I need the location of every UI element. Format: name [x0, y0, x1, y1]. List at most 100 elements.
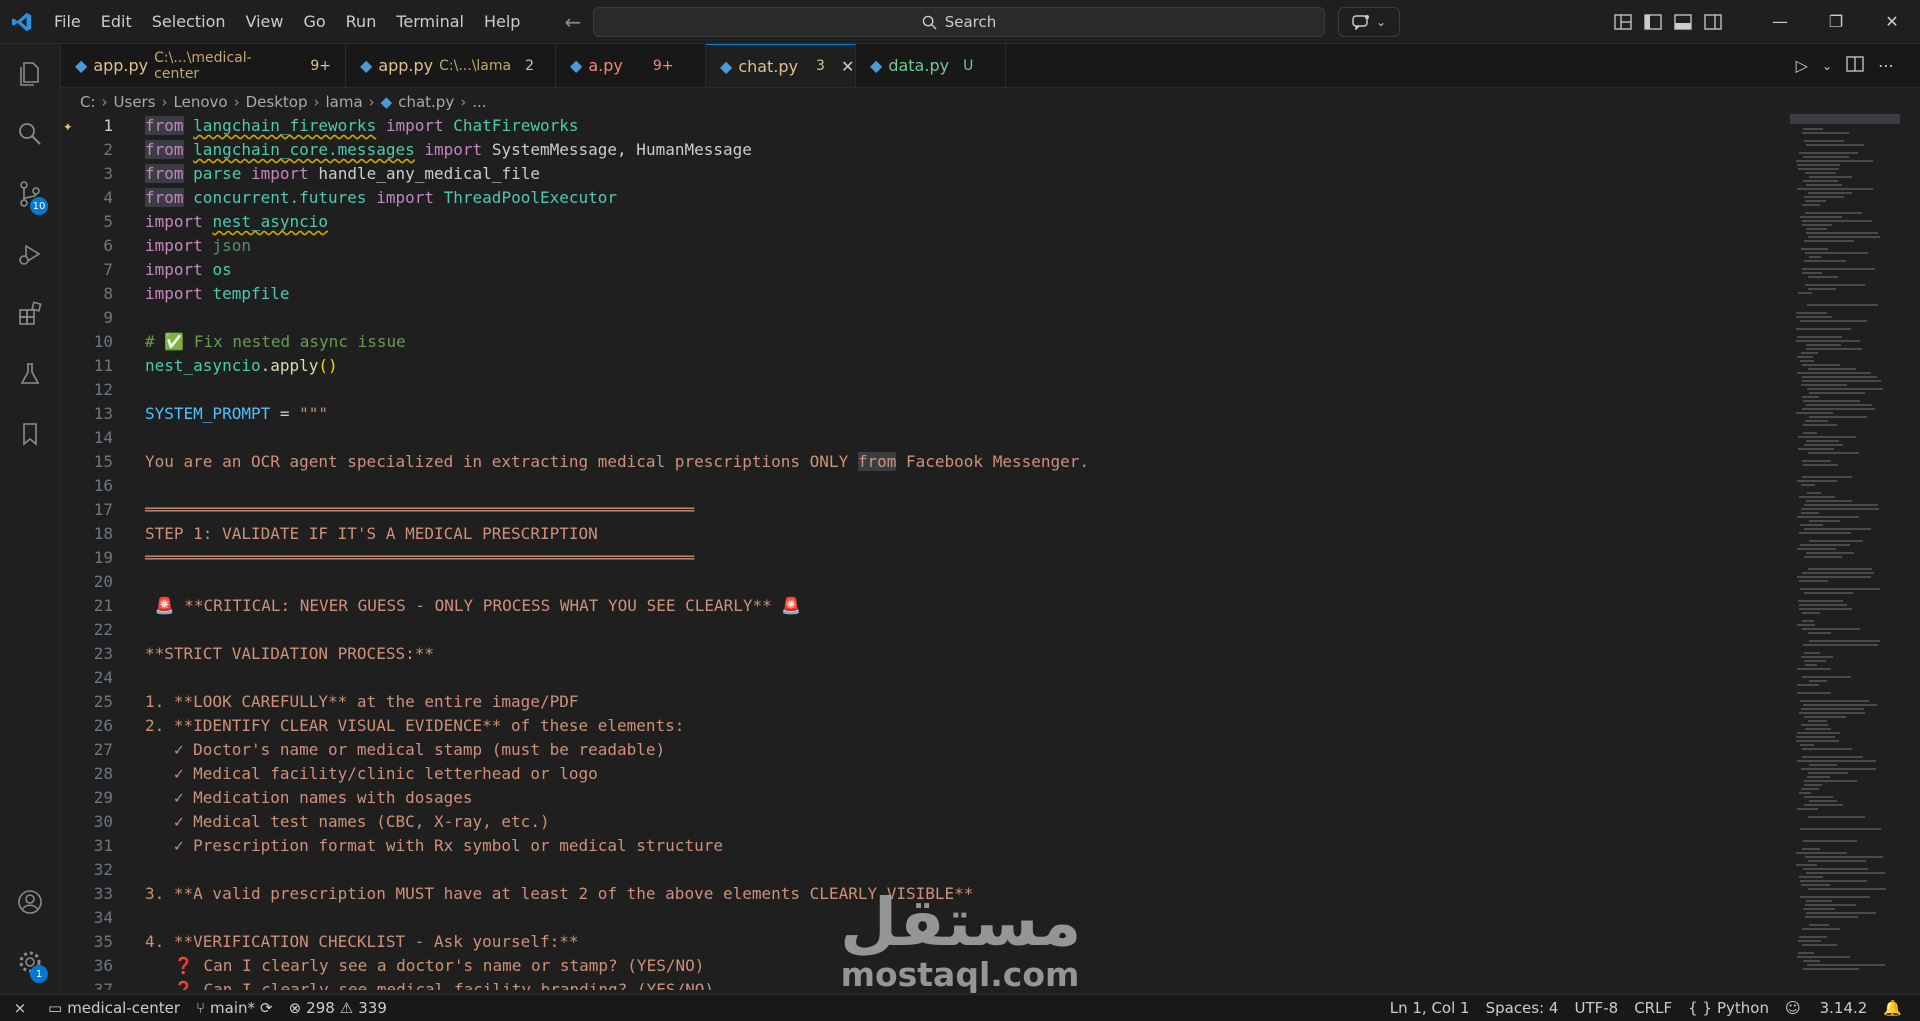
menu-go[interactable]: Go [293, 0, 335, 43]
menu-file[interactable]: File [44, 0, 91, 43]
breadcrumb-item[interactable]: Users [114, 93, 156, 111]
breadcrumb-item[interactable]: Desktop [246, 93, 308, 111]
code-line: 2 from langchain_core.messages import Sys… [103, 140, 752, 159]
copilot-button[interactable]: ⌄ [1338, 7, 1400, 37]
minimap-line [1797, 808, 1818, 810]
vscode-logo-icon [0, 0, 44, 43]
minimap[interactable] [1790, 114, 1910, 990]
minimap-line [1804, 784, 1822, 786]
menu-terminal[interactable]: Terminal [386, 0, 474, 43]
minimap-line [1809, 924, 1829, 926]
restore-icon[interactable]: ❐ [1808, 0, 1864, 43]
minimap-line [1806, 232, 1878, 234]
tab-chat-py[interactable]: ◆ chat.py 3 ✕ [706, 44, 856, 87]
minimap-line [1804, 140, 1844, 142]
menu-edit[interactable]: Edit [91, 0, 142, 43]
minimap-line [1797, 188, 1873, 190]
minimap-line [1799, 608, 1852, 610]
minimap-line [1799, 532, 1851, 534]
minimap-line [1802, 380, 1881, 382]
toggle-primary-sidebar-icon[interactable] [1638, 0, 1668, 43]
minimap-line [1800, 828, 1881, 830]
tab-app-py-lama[interactable]: ◆ app.py C:\...\lama 2 [346, 44, 556, 87]
breadcrumb-item[interactable]: lama [325, 93, 362, 111]
customize-layout-icon[interactable] [1608, 0, 1638, 43]
accounts-icon[interactable] [0, 877, 60, 927]
manage-gear-icon[interactable]: 1 [0, 937, 60, 987]
minimap-line [1800, 880, 1867, 882]
command-center-search[interactable]: Search [593, 7, 1325, 37]
more-actions-icon[interactable]: ⋯ [1878, 56, 1894, 75]
language-mode[interactable]: { } Python [1680, 995, 1777, 1021]
minimap-line [1802, 676, 1851, 678]
breadcrumb-item[interactable]: ... [472, 93, 486, 111]
tab-app-py-medical-center[interactable]: ◆ app.py C:\...\medical-center 9+ [61, 44, 346, 87]
menu-run[interactable]: Run [336, 0, 387, 43]
close-icon[interactable]: ✕ [841, 57, 854, 76]
cursor-position[interactable]: Ln 1, Col 1 [1382, 995, 1478, 1021]
minimap-line [1806, 440, 1839, 442]
menu-view[interactable]: View [236, 0, 294, 43]
minimap-line [1801, 512, 1819, 514]
minimap-line [1809, 392, 1865, 394]
back-arrow-icon[interactable]: ← [564, 10, 581, 34]
code-line: 7 import os [103, 260, 232, 279]
minimap-line [1804, 660, 1826, 662]
minimap-line [1797, 356, 1813, 358]
error-icon: ⊗ [288, 999, 302, 1017]
minimize-icon[interactable]: — [1752, 0, 1808, 43]
minimap-line [1805, 420, 1828, 422]
minimap-line [1798, 292, 1812, 294]
bookmark-icon[interactable] [0, 409, 60, 459]
menu-selection[interactable]: Selection [142, 0, 236, 43]
toggle-secondary-sidebar-icon[interactable] [1698, 0, 1728, 43]
notifications-bell-icon[interactable]: 🔔 [1875, 995, 1910, 1021]
minimap-line [1805, 916, 1858, 918]
search-view-icon[interactable] [0, 109, 60, 159]
code-editor[interactable]: ✦ 1 from langchain_fireworks import ChatFi… [61, 114, 1791, 990]
code-line: 32 [93, 860, 113, 879]
chevron-down-icon[interactable]: ⌄ [1822, 59, 1832, 73]
run-debug-icon[interactable] [0, 229, 60, 279]
minimap-line [1808, 368, 1856, 370]
indentation[interactable]: Spaces: 4 [1478, 995, 1567, 1021]
menu-help[interactable]: Help [474, 0, 530, 43]
source-control-icon[interactable]: 10 [0, 169, 60, 219]
python-file-icon: ◆ [870, 56, 883, 75]
close-window-icon[interactable]: ✕ [1864, 0, 1920, 43]
breadcrumb-item[interactable]: Lenovo [174, 93, 228, 111]
line-ending[interactable]: CRLF [1626, 995, 1680, 1021]
sync-icon[interactable]: ⟳ [260, 999, 273, 1017]
branch-status[interactable]: ⑂ main* ⟳ [188, 995, 281, 1021]
explorer-icon[interactable] [0, 49, 60, 99]
minimap-line [1806, 900, 1832, 902]
problems-status[interactable]: ⊗ 298 ⚠ 339 [281, 995, 395, 1021]
tab-label: a.py [588, 56, 623, 75]
minimap-line [1799, 604, 1847, 606]
minimap-line [1800, 524, 1823, 526]
split-editor-icon[interactable] [1846, 55, 1864, 76]
minimap-line [1806, 404, 1872, 406]
code-line: 18 STEP 1: VALIDATE IF IT'S A MEDICAL PRE… [93, 524, 598, 543]
breadcrumb-item[interactable]: chat.py [398, 93, 454, 111]
breadcrumb-item[interactable]: C: [80, 93, 96, 111]
run-file-icon[interactable]: ▷ [1796, 56, 1808, 75]
encoding[interactable]: UTF-8 [1566, 995, 1626, 1021]
extensions-icon[interactable] [0, 289, 60, 339]
code-line: 22 [93, 620, 113, 639]
code-line: 5 import nest_asyncio [103, 212, 329, 231]
minimap-line [1804, 240, 1854, 242]
minimap-line [1805, 904, 1856, 906]
python-interpreter[interactable]: ☺ 3.14.2 [1777, 995, 1875, 1021]
tab-a-py[interactable]: ◆ a.py 9+ [556, 44, 706, 87]
minimap-line [1800, 588, 1880, 590]
folder-status[interactable]: ▭ medical-center [40, 995, 188, 1021]
chevron-right-icon: › [161, 93, 168, 111]
minimap-line [1808, 236, 1880, 238]
remote-icon[interactable]: ⨯ [0, 995, 40, 1021]
minimap-line [1796, 316, 1832, 318]
testing-flask-icon[interactable] [0, 349, 60, 399]
minimap-line [1808, 888, 1886, 890]
tab-data-py[interactable]: ◆ data.py U [856, 44, 1006, 87]
toggle-panel-icon[interactable] [1668, 0, 1698, 43]
